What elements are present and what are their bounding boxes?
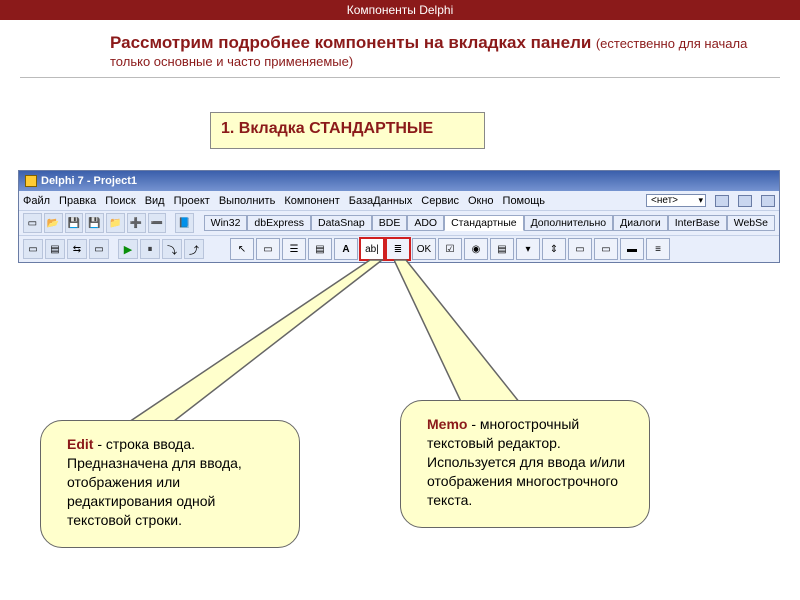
palette-edit-icon[interactable]: ab| bbox=[360, 238, 384, 260]
divider bbox=[20, 77, 780, 78]
window-titlebar: Delphi 7 - Project1 bbox=[19, 171, 779, 191]
menu-item[interactable]: Помощь bbox=[503, 195, 546, 207]
component-tab[interactable]: ADO bbox=[407, 215, 444, 231]
menu-item[interactable]: Файл bbox=[23, 195, 50, 207]
menu-item[interactable]: Правка bbox=[59, 195, 96, 207]
toolbar-row-1: ▭ 📂 💾 💾 📁 ➕ ➖ 📘 Win32dbExpressDataSnapBD… bbox=[19, 210, 779, 235]
palette-actionlist-icon[interactable]: ≡ bbox=[646, 238, 670, 260]
palette-button-icon[interactable]: OK bbox=[412, 238, 436, 260]
title-main: Рассмотрим подробнее компоненты на вклад… bbox=[110, 33, 591, 52]
palette-panel-icon[interactable]: ▬ bbox=[620, 238, 644, 260]
component-tab[interactable]: Win32 bbox=[204, 215, 248, 231]
component-tabs: Win32dbExpressDataSnapBDEADOСтандартныеД… bbox=[204, 215, 775, 231]
menu-item[interactable]: БазаДанных bbox=[349, 195, 413, 207]
palette-mainmenu-icon[interactable]: ☰ bbox=[282, 238, 306, 260]
section-tag: 1. Вкладка СТАНДАРТНЫЕ bbox=[210, 112, 485, 149]
tool-new-icon[interactable]: ▭ bbox=[23, 213, 42, 233]
component-tab[interactable]: Стандартные bbox=[444, 215, 523, 231]
callout-memo: Memo - многострочный текстовый редактор.… bbox=[400, 400, 650, 528]
menu-bar[interactable]: Файл Правка Поиск Вид Проект Выполнить К… bbox=[19, 191, 779, 210]
palette-memo-icon[interactable]: ≣ bbox=[386, 238, 410, 260]
tool-remove-icon[interactable]: ➖ bbox=[148, 213, 167, 233]
tool-openproj-icon[interactable]: 📁 bbox=[106, 213, 125, 233]
palette-popupmenu-icon[interactable]: ▤ bbox=[308, 238, 332, 260]
palette-listbox-icon[interactable]: ▤ bbox=[490, 238, 514, 260]
component-tab[interactable]: Диалоги bbox=[613, 215, 668, 231]
tool-form-icon[interactable]: ▭ bbox=[23, 239, 43, 259]
component-tab[interactable]: BDE bbox=[372, 215, 408, 231]
pause-button-icon[interactable]: ⏸ bbox=[140, 239, 160, 259]
tool-saveall-icon[interactable]: 💾 bbox=[85, 213, 104, 233]
callout-edit: Edit - строка ввода. Предназначена для в… bbox=[40, 420, 300, 548]
component-tab[interactable]: InterBase bbox=[668, 215, 727, 231]
window-button-icon[interactable] bbox=[715, 195, 729, 207]
tool-unit-icon[interactable]: ▤ bbox=[45, 239, 65, 259]
palette-frames-icon[interactable]: ▭ bbox=[256, 238, 280, 260]
tool-newform-icon[interactable]: ▭ bbox=[89, 239, 109, 259]
menu-item[interactable]: Проект bbox=[174, 195, 210, 207]
palette-radio-icon[interactable]: ◉ bbox=[464, 238, 488, 260]
app-logo-icon bbox=[25, 175, 37, 187]
palette-pointer-icon[interactable]: ↖ bbox=[230, 238, 254, 260]
toolbar-row-2: ▭ ▤ ⇆ ▭ ▶ ⏸ ⤵ ⤴ ↖ ▭ ☰ ▤ A ab| ≣ OK ☑ ◉ ▤… bbox=[19, 235, 779, 262]
palette-label-icon[interactable]: A bbox=[334, 238, 358, 260]
menu-item[interactable]: Сервис bbox=[421, 195, 459, 207]
window-button-icon[interactable] bbox=[761, 195, 775, 207]
menu-item[interactable]: Выполнить bbox=[219, 195, 275, 207]
component-tab[interactable]: DataSnap bbox=[311, 215, 372, 231]
tool-open-icon[interactable]: 📂 bbox=[44, 213, 63, 233]
callout-memo-name: Memo bbox=[427, 416, 467, 432]
slide-title: Рассмотрим подробнее компоненты на вклад… bbox=[0, 20, 800, 75]
component-tab[interactable]: WebSe bbox=[727, 215, 775, 231]
palette-checkbox-icon[interactable]: ☑ bbox=[438, 238, 462, 260]
palette-scrollbar-icon[interactable]: ⇕ bbox=[542, 238, 566, 260]
tool-add-icon[interactable]: ➕ bbox=[127, 213, 146, 233]
tool-save-icon[interactable]: 💾 bbox=[65, 213, 84, 233]
menu-item[interactable]: Окно bbox=[468, 195, 494, 207]
component-tab[interactable]: dbExpress bbox=[247, 215, 311, 231]
callout-pointer-memo-icon bbox=[394, 258, 574, 418]
window-button-icon[interactable] bbox=[738, 195, 752, 207]
callout-edit-name: Edit bbox=[67, 436, 93, 452]
menu-item[interactable]: Поиск bbox=[105, 195, 135, 207]
callout-edit-text: - строка ввода. Предназначена для ввода,… bbox=[67, 436, 242, 528]
component-tab[interactable]: Дополнительно bbox=[524, 215, 614, 231]
delphi-ide-screenshot: Delphi 7 - Project1 Файл Правка Поиск Ви… bbox=[18, 170, 780, 263]
tool-toggle-icon[interactable]: ⇆ bbox=[67, 239, 87, 259]
step-button-icon[interactable]: ⤵ bbox=[162, 239, 182, 259]
step-button-icon[interactable]: ⤴ bbox=[184, 239, 204, 259]
slide-header: Компоненты Delphi bbox=[0, 0, 800, 20]
palette-groupbox-icon[interactable]: ▭ bbox=[568, 238, 592, 260]
window-title: Delphi 7 - Project1 bbox=[41, 175, 137, 187]
run-button-icon[interactable]: ▶ bbox=[118, 239, 138, 259]
callout-pointer-edit-icon bbox=[120, 258, 400, 438]
config-combo[interactable]: <нет> bbox=[646, 194, 706, 207]
tool-help-icon[interactable]: 📘 bbox=[175, 213, 194, 233]
menu-item[interactable]: Компонент bbox=[284, 195, 339, 207]
menu-item[interactable]: Вид bbox=[145, 195, 165, 207]
palette-radiogroup-icon[interactable]: ▭ bbox=[594, 238, 618, 260]
palette-combobox-icon[interactable]: ▾ bbox=[516, 238, 540, 260]
